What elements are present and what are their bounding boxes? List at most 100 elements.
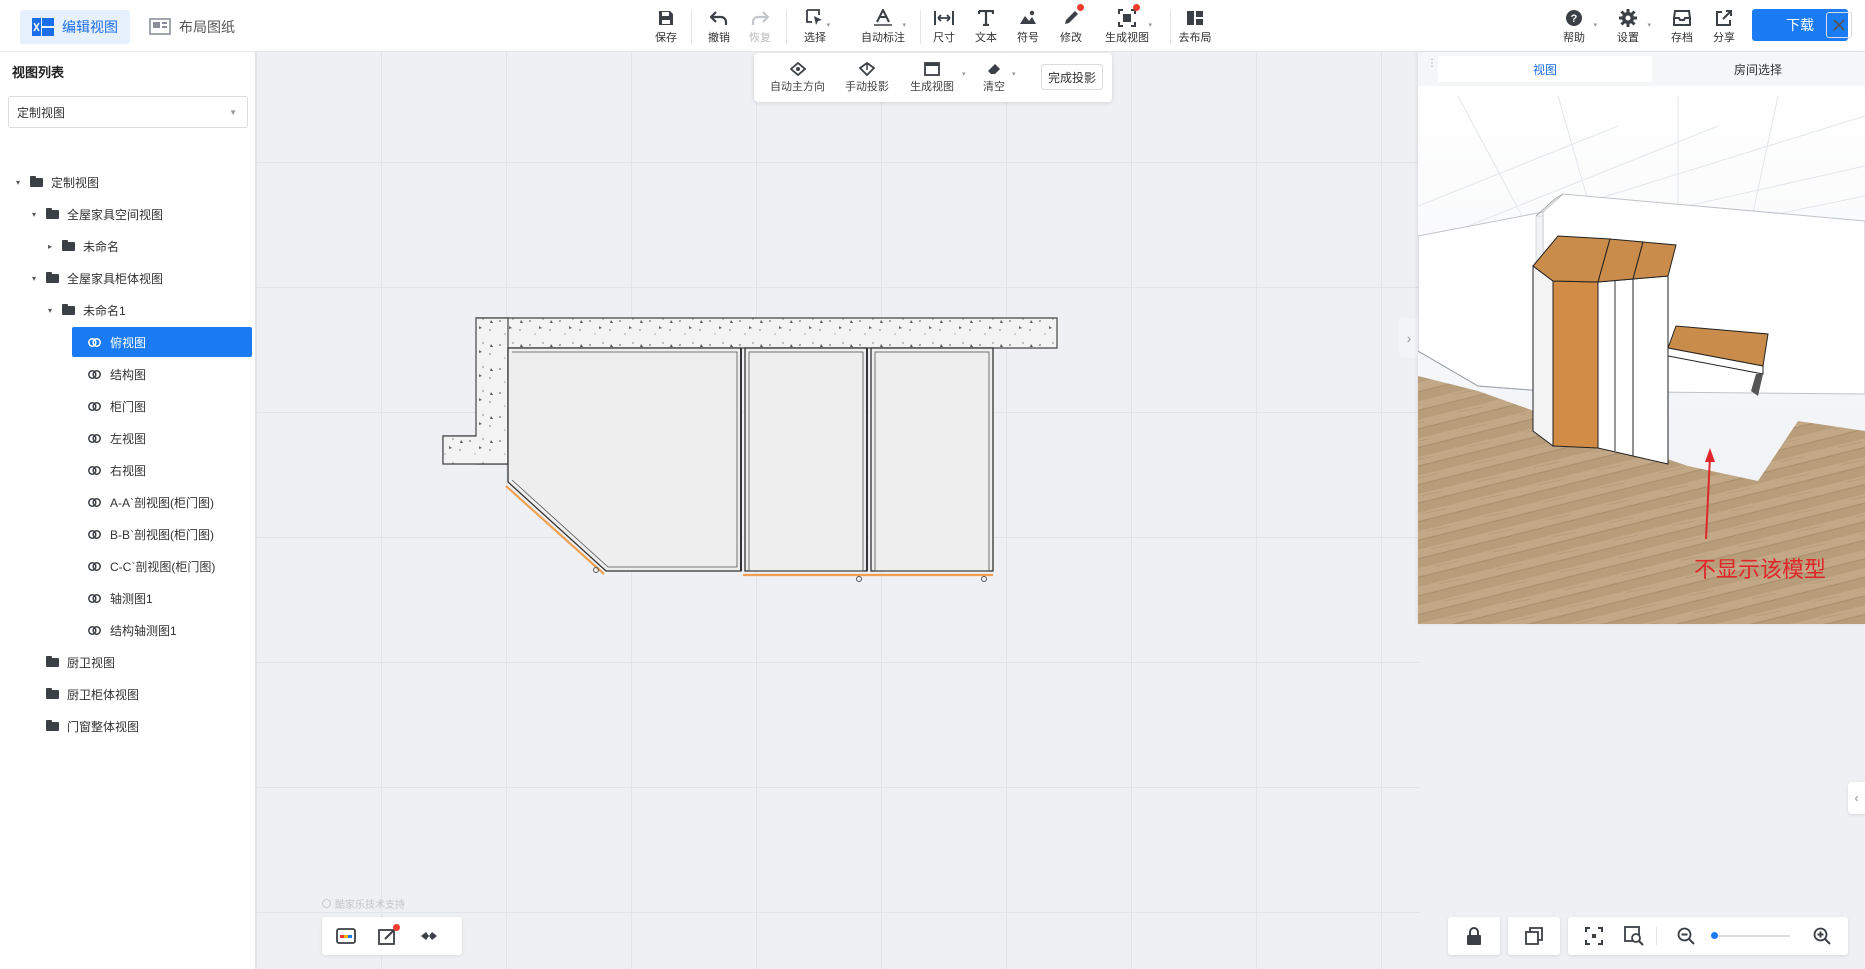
tab-room-select[interactable]: 房间选择 bbox=[1668, 56, 1848, 82]
finish-projection-button[interactable]: 完成投影 bbox=[1041, 64, 1104, 90]
generate-view-button[interactable]: ▾ 生成视图 bbox=[1100, 4, 1154, 45]
edit-view-tab[interactable]: 编辑视图 bbox=[20, 10, 130, 44]
link-icon bbox=[88, 561, 102, 571]
tree-view-item[interactable]: 轴测图1 bbox=[80, 583, 260, 613]
tree-item-label: 全屋家具空间视图 bbox=[67, 207, 164, 222]
lock-button[interactable] bbox=[1463, 926, 1485, 946]
layout-sheet-tab[interactable]: 布局图纸 bbox=[137, 10, 247, 44]
link-icon bbox=[88, 529, 102, 539]
lock-icon bbox=[1467, 927, 1481, 945]
tree-folder[interactable]: 厨卫视图 bbox=[28, 647, 208, 677]
link-icon bbox=[88, 433, 102, 443]
share-button[interactable]: 分享 bbox=[1702, 7, 1746, 45]
copy-view-button[interactable] bbox=[1523, 926, 1545, 946]
tree-folder[interactable]: ▾ 全屋家具柜体视图 bbox=[28, 263, 208, 293]
toolbar-divider bbox=[786, 10, 787, 44]
tree-view-item[interactable]: 右视图 bbox=[80, 455, 260, 485]
undo-icon bbox=[708, 7, 730, 29]
tree-folder[interactable]: ▾ 全屋家具空间视图 bbox=[28, 199, 208, 229]
measure-tool-button[interactable] bbox=[418, 926, 440, 946]
zoom-to-selection-button[interactable] bbox=[1623, 926, 1645, 946]
3d-preview[interactable] bbox=[1418, 86, 1865, 624]
zoom-slider-handle[interactable] bbox=[1711, 932, 1718, 939]
caret-right-icon[interactable]: ▸ bbox=[44, 242, 56, 251]
caret-down-icon[interactable]: ▾ bbox=[44, 306, 56, 315]
eraser-icon bbox=[986, 60, 1002, 78]
collapse-right-panel-button[interactable]: › bbox=[1399, 318, 1419, 358]
redo-button[interactable]: 恢复 bbox=[738, 7, 782, 45]
help-button[interactable]: ? ▾ 帮助 bbox=[1552, 7, 1597, 45]
wall-left bbox=[442, 317, 509, 465]
tree-view-item[interactable]: 柜门图 bbox=[80, 391, 260, 421]
caret-down-icon[interactable]: ▾ bbox=[28, 210, 40, 219]
tree-folder[interactable]: 厨卫柜体视图 bbox=[28, 679, 208, 709]
chevron-down-icon: ▼ bbox=[229, 108, 237, 117]
dropdown-caret: ▾ bbox=[962, 71, 966, 78]
text-button[interactable]: 文本 bbox=[964, 7, 1008, 45]
zoom-in-button[interactable] bbox=[1811, 926, 1833, 946]
tree-view-item[interactable]: C-C`剖视图(柜门图) bbox=[80, 551, 260, 581]
folder-icon bbox=[62, 303, 75, 315]
tree-folder[interactable]: ▾ 未命名1 bbox=[44, 295, 224, 325]
save-button[interactable]: 保存 bbox=[644, 7, 688, 45]
share-icon bbox=[1713, 7, 1735, 29]
help-icon: ? ▾ bbox=[1563, 7, 1597, 29]
expand-side-panel-button[interactable]: ‹ bbox=[1848, 782, 1865, 814]
tree-folder[interactable]: ▸ 未命名 bbox=[44, 231, 224, 261]
zoom-slider-track[interactable] bbox=[1712, 935, 1790, 937]
zoom-controls bbox=[1568, 917, 1848, 955]
dimension-button[interactable]: 尺寸 bbox=[922, 7, 966, 45]
tree-view-item[interactable]: B-B`剖视图(柜门图) bbox=[80, 519, 260, 549]
tree-folder[interactable]: ▾ 定制视图 bbox=[12, 167, 192, 197]
view-type-select[interactable]: 定制视图 ▼ bbox=[8, 96, 248, 128]
tree-view-item[interactable]: 结构轴测图1 bbox=[80, 615, 260, 645]
edit-note-button[interactable] bbox=[377, 924, 400, 946]
notification-dot bbox=[1133, 4, 1140, 11]
tree-view-item[interactable]: A-A`剖视图(柜门图) bbox=[80, 487, 260, 517]
fit-view-button[interactable] bbox=[1583, 926, 1605, 946]
symbol-button[interactable]: 符号 bbox=[1006, 7, 1050, 45]
close-icon bbox=[1833, 19, 1845, 31]
preview-panel: ⋮⋮ 视图 房间选择 不显示该模型 bbox=[1418, 52, 1865, 624]
link-icon bbox=[88, 369, 102, 379]
folder-icon bbox=[46, 207, 59, 219]
zoom-out-icon bbox=[1677, 927, 1695, 945]
drawing-canvas[interactable]: 酷家乐技术支持 bbox=[256, 52, 1419, 969]
chevron-right-icon: › bbox=[1406, 330, 1412, 346]
select-button[interactable]: ▾ 选择 bbox=[793, 7, 837, 45]
tree-view-item[interactable]: 俯视图 bbox=[72, 327, 252, 357]
folder-icon bbox=[46, 655, 59, 667]
clear-button[interactable]: 清空 bbox=[983, 60, 1005, 94]
sub-generate-view-button[interactable]: 生成视图 bbox=[910, 60, 954, 94]
manual-projection-button[interactable]: 手动投影 bbox=[845, 60, 889, 94]
tree-item-label: 轴测图1 bbox=[110, 591, 153, 606]
tab-view[interactable]: 视图 bbox=[1438, 56, 1652, 82]
undo-button[interactable]: 撤销 bbox=[697, 7, 741, 45]
tree-item-label: 门窗整体视图 bbox=[67, 719, 140, 734]
tree-view-item[interactable]: 左视图 bbox=[80, 423, 260, 453]
tree-item-label: 厨卫柜体视图 bbox=[67, 687, 140, 702]
archive-button[interactable]: 存档 bbox=[1660, 7, 1704, 45]
auto-dimension-button[interactable]: ▾ 自动标注 bbox=[857, 7, 909, 45]
save-icon bbox=[655, 7, 677, 29]
lock-control bbox=[1448, 917, 1500, 955]
link-icon bbox=[88, 625, 102, 635]
close-button[interactable] bbox=[1826, 12, 1852, 38]
tree-view-item[interactable]: 结构图 bbox=[80, 359, 260, 389]
link-icon bbox=[88, 337, 102, 347]
settings-button[interactable]: ▾ 设置 bbox=[1606, 7, 1651, 45]
projection-toolbar: 自动主方向 手动投影 生成视图 ▾ 清空 ▾ 完成投影 bbox=[754, 53, 1112, 102]
svg-text:?: ? bbox=[1571, 13, 1578, 25]
copy-icon bbox=[1525, 927, 1543, 945]
auto-direction-button[interactable]: 自动主方向 bbox=[770, 60, 825, 94]
zoom-out-button[interactable] bbox=[1675, 926, 1697, 946]
auto-dimension-icon: ▾ bbox=[872, 7, 906, 29]
caret-down-icon[interactable]: ▾ bbox=[12, 178, 24, 187]
color-legend-button[interactable] bbox=[335, 926, 357, 946]
modify-button[interactable]: 修改 bbox=[1049, 4, 1093, 45]
pen-icon bbox=[1060, 4, 1084, 29]
caret-down-icon[interactable]: ▾ bbox=[28, 274, 40, 283]
go-layout-button[interactable]: 去布局 bbox=[1173, 7, 1217, 45]
direction-icon bbox=[789, 60, 806, 78]
tree-folder[interactable]: 门窗整体视图 bbox=[28, 711, 208, 741]
